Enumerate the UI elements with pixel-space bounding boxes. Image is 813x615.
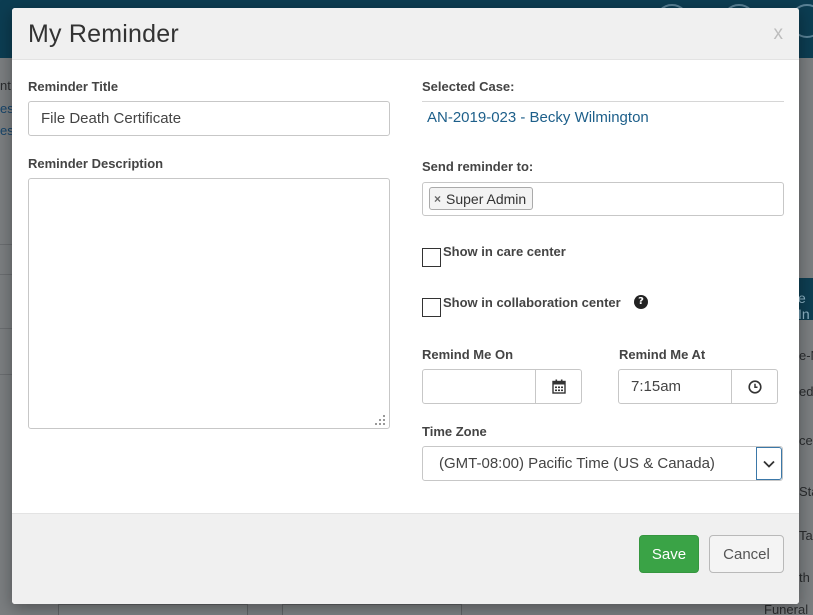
modal-header: My Reminder x: [12, 8, 799, 60]
reminder-description-label: Reminder Description: [28, 156, 164, 171]
time-zone-label: Time Zone: [422, 424, 487, 439]
background-text: Sta: [799, 484, 813, 499]
selected-case-divider: [422, 101, 784, 102]
remind-me-on-input[interactable]: [422, 369, 582, 404]
reminder-title-input[interactable]: File Death Certificate: [28, 101, 390, 136]
background-divider: [0, 328, 12, 329]
time-zone-value: (GMT-08:00) Pacific Time (US & Canada): [439, 455, 715, 472]
background-text: Ta: [799, 528, 813, 543]
show-in-care-center-checkbox[interactable]: [422, 248, 441, 267]
save-button[interactable]: Save: [639, 535, 699, 573]
remind-me-on-label: Remind Me On: [422, 347, 514, 362]
background-field: [282, 604, 462, 615]
question-circle-icon[interactable]: ?: [634, 295, 648, 309]
show-in-care-center-label: Show in care center: [443, 244, 566, 259]
modal-footer: Save Cancel: [12, 513, 799, 604]
selected-case-link[interactable]: AN-2019-023 - Becky Wilmington: [427, 109, 649, 126]
reminder-modal: My Reminder x Reminder Title File Death …: [12, 8, 799, 604]
show-in-collaboration-center-checkbox[interactable]: [422, 298, 441, 317]
remind-me-at-value: 7:15am: [631, 378, 682, 395]
calendar-icon: [551, 379, 566, 394]
close-button[interactable]: x: [774, 24, 784, 44]
background-tab-label: e In: [798, 290, 810, 322]
time-zone-select[interactable]: (GMT-08:00) Pacific Time (US & Canada): [422, 446, 783, 481]
background-divider: [0, 274, 12, 275]
resize-grip-icon[interactable]: [374, 414, 386, 426]
send-reminder-to-label: Send reminder to:: [422, 159, 534, 174]
remove-tag-icon[interactable]: ×: [434, 192, 441, 206]
remind-me-at-input[interactable]: 7:15am: [618, 369, 778, 404]
background-text: e-N: [799, 348, 813, 363]
time-picker-button[interactable]: [731, 370, 777, 403]
background-divider: [0, 374, 12, 375]
background-field: [58, 604, 248, 615]
recipient-tag: × Super Admin: [429, 187, 534, 210]
background-divider: [0, 244, 12, 245]
recipient-tag-label: Super Admin: [446, 190, 527, 207]
background-text: ed: [799, 384, 813, 399]
chevron-down-icon: [763, 460, 775, 468]
reminder-description-textarea[interactable]: [28, 178, 390, 429]
background-text: nt: [0, 78, 11, 93]
reminder-title-label: Reminder Title: [28, 79, 119, 94]
selected-case-label: Selected Case:: [422, 79, 515, 94]
reminder-title-value: File Death Certificate: [41, 110, 182, 127]
show-in-collaboration-center-label: Show in collaboration center: [443, 295, 621, 310]
background-text: th: [799, 570, 810, 585]
clock-icon: [747, 379, 762, 394]
cancel-button[interactable]: Cancel: [709, 535, 784, 573]
modal-title: My Reminder: [28, 20, 179, 48]
date-picker-button[interactable]: [535, 370, 581, 403]
background-text: ce: [799, 433, 813, 448]
send-reminder-to-input[interactable]: × Super Admin: [422, 182, 784, 216]
time-zone-dropdown-button[interactable]: [756, 447, 782, 480]
remind-me-at-label: Remind Me At: [619, 347, 706, 362]
